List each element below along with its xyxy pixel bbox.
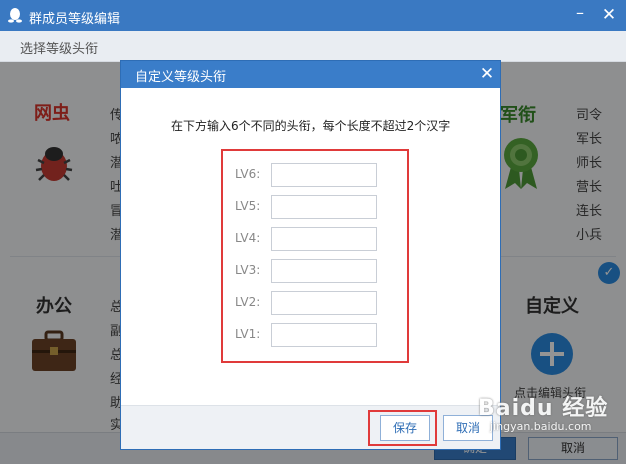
level-input-lv5[interactable] xyxy=(271,195,377,219)
level-label: LV3: xyxy=(235,263,261,277)
dialog-instruction: 在下方输入6个不同的头衔，每个长度不超过2个汉字 xyxy=(171,119,451,133)
watermark-brand: Baidu 经验 xyxy=(478,396,609,421)
level-input-lv4[interactable] xyxy=(271,227,377,251)
custom-title-dialog: 自定义等级头衔 ✕ 在下方输入6个不同的头衔，每个长度不超过2个汉字 LV6: … xyxy=(120,60,501,450)
level-row-lv3: LV3: xyxy=(235,259,385,283)
level-input-lv3[interactable] xyxy=(271,259,377,283)
level-input-lv2[interactable] xyxy=(271,291,377,315)
level-label: LV1: xyxy=(235,327,261,341)
subheader-label: 选择等级头衔 xyxy=(20,42,99,57)
watermark-url: jingyan.baidu.com xyxy=(490,420,592,433)
dialog-close-button[interactable]: ✕ xyxy=(477,64,497,84)
close-button[interactable]: ✕ xyxy=(597,2,621,28)
level-row-lv6: LV6: xyxy=(235,163,385,187)
level-label: LV5: xyxy=(235,199,261,213)
level-row-lv2: LV2: xyxy=(235,291,385,315)
dialog-save-button[interactable]: 保存 xyxy=(380,415,430,441)
subheader: 选择等级头衔 xyxy=(0,31,626,62)
window-title: 群成员等级编辑 xyxy=(29,12,121,27)
level-label: LV4: xyxy=(235,231,261,245)
qq-penguin-icon xyxy=(8,8,22,23)
level-row-lv5: LV5: xyxy=(235,195,385,219)
level-label: LV2: xyxy=(235,295,261,309)
dialog-title-bar: 自定义等级头衔 ✕ xyxy=(121,61,500,88)
level-row-lv1: LV1: xyxy=(235,323,385,347)
main-title-bar: 群成员等级编辑 – ✕ xyxy=(0,0,626,31)
level-row-lv4: LV4: xyxy=(235,227,385,251)
dialog-title: 自定义等级头衔 xyxy=(135,70,227,85)
minimize-button[interactable]: – xyxy=(568,2,592,28)
level-input-lv6[interactable] xyxy=(271,163,377,187)
level-label: LV6: xyxy=(235,167,261,181)
level-input-lv1[interactable] xyxy=(271,323,377,347)
